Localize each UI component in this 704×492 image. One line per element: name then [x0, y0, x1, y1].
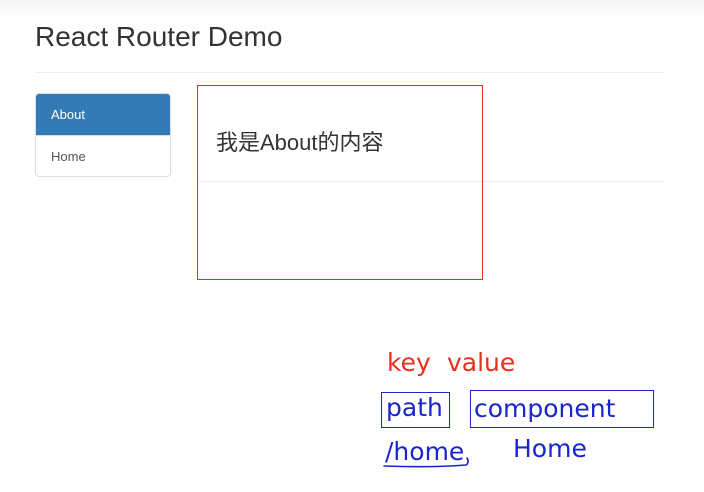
- page-title: React Router Demo: [35, 21, 283, 52]
- annotation-component-label: component: [474, 394, 616, 423]
- nav-link-about[interactable]: About: [36, 94, 170, 135]
- annotation-path-label: path: [386, 393, 443, 422]
- annotation-component-example: Home: [513, 434, 587, 463]
- title-divider: [35, 72, 665, 73]
- nav-link-home[interactable]: Home: [36, 135, 170, 176]
- highlight-box-annotation: [197, 85, 483, 280]
- handwritten-underline-annotation: [383, 457, 469, 468]
- browser-top-edge: [0, 0, 704, 16]
- annotation-value-label: value: [447, 348, 516, 377]
- annotation-key-label: key: [387, 348, 431, 377]
- nav-list: About Home: [35, 93, 171, 177]
